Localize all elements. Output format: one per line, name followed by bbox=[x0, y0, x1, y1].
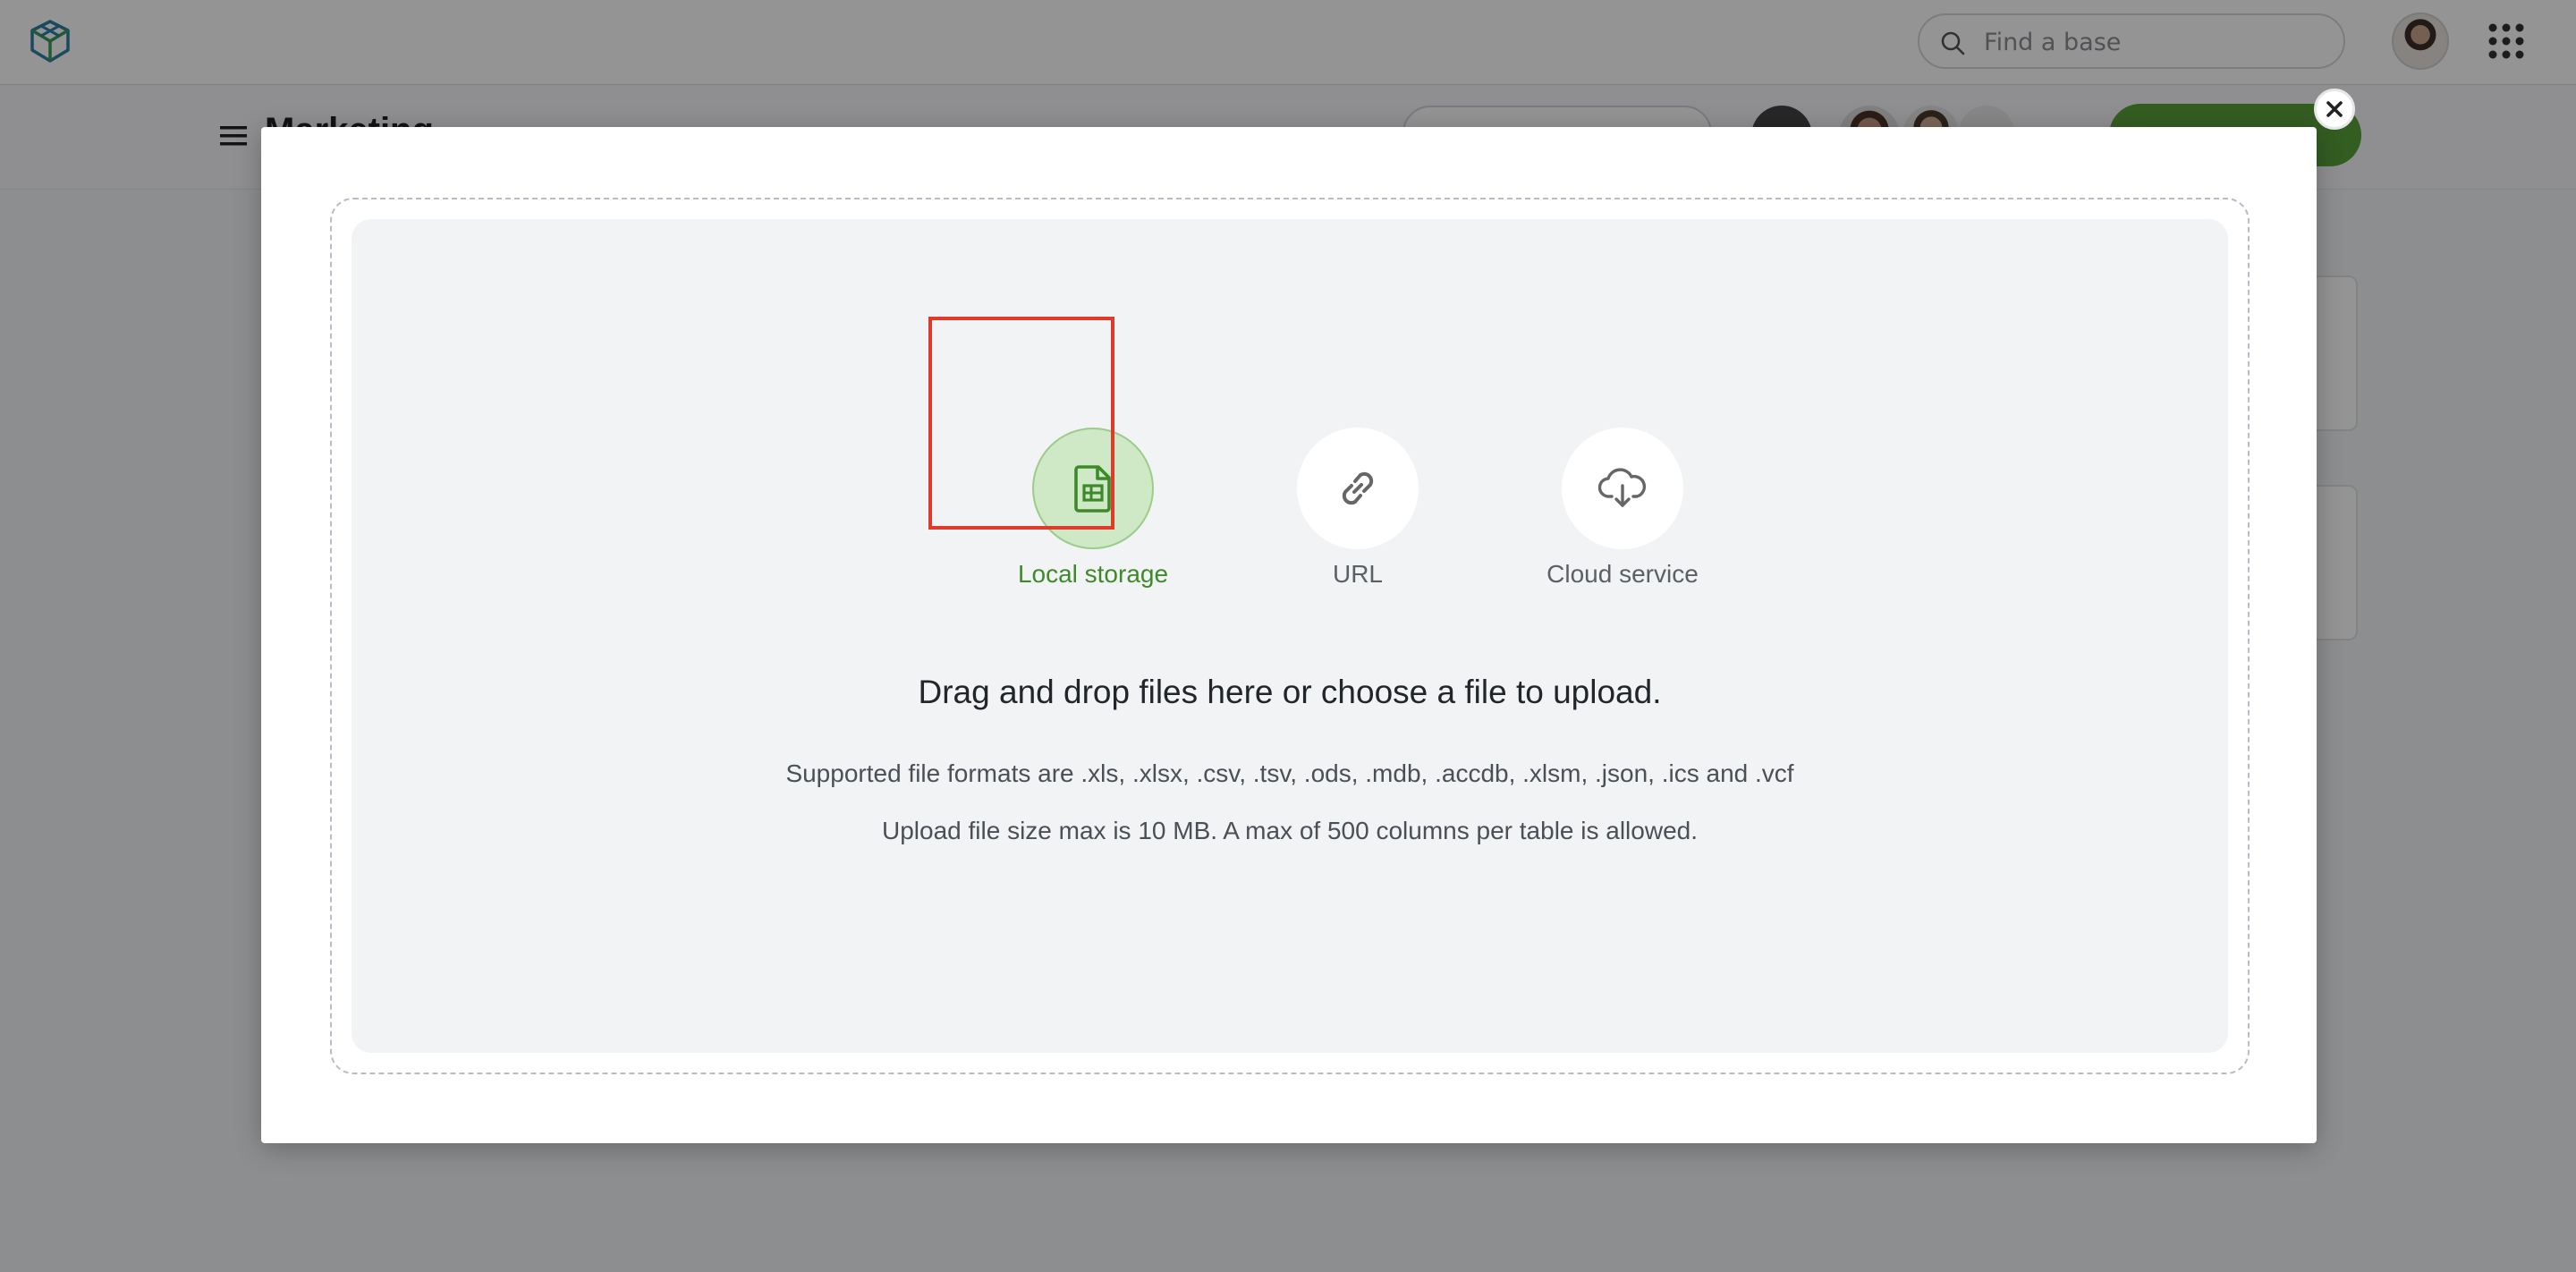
file-dropzone[interactable]: Local storage URL Cloud service Drag and… bbox=[330, 198, 2250, 1074]
source-url[interactable]: URL bbox=[1268, 428, 1447, 589]
dropzone-headline: Drag and drop files here or choose a fil… bbox=[918, 674, 1662, 710]
source-label[interactable]: URL bbox=[1268, 560, 1447, 589]
selection-highlight bbox=[928, 317, 1114, 530]
dropzone-area[interactable]: Local storage URL Cloud service Drag and… bbox=[352, 219, 2228, 1053]
source-label[interactable]: Cloud service bbox=[1533, 560, 1712, 589]
source-icon-circle[interactable] bbox=[1562, 428, 1683, 549]
close-icon bbox=[2326, 101, 2343, 117]
upload-limits-text: Upload file size max is 10 MB. A max of … bbox=[882, 817, 1698, 844]
import-modal: Local storage URL Cloud service Drag and… bbox=[261, 127, 2317, 1143]
cloud-download-icon bbox=[1597, 468, 1647, 507]
supported-formats-text: Supported file formats are .xls, .xlsx, … bbox=[785, 759, 1794, 787]
link-icon bbox=[1342, 471, 1374, 505]
close-button[interactable] bbox=[2314, 89, 2355, 130]
source-icon-circle[interactable] bbox=[1297, 428, 1419, 549]
source-cloud-service[interactable]: Cloud service bbox=[1533, 428, 1712, 589]
source-label[interactable]: Local storage bbox=[1004, 560, 1182, 589]
